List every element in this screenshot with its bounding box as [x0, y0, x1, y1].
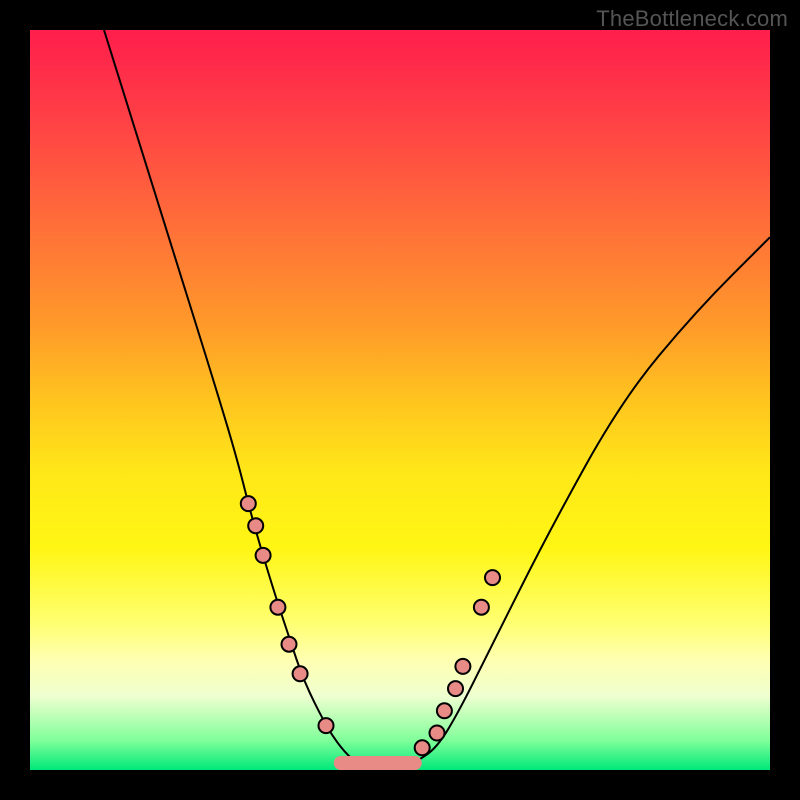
marker-dot: [270, 600, 285, 615]
left-markers: [241, 496, 334, 733]
marker-dot: [430, 726, 445, 741]
marker-dot: [241, 496, 256, 511]
plot-area: [30, 30, 770, 770]
marker-dot: [293, 666, 308, 681]
marker-dot: [485, 570, 500, 585]
marker-dot: [448, 681, 463, 696]
marker-dot: [282, 637, 297, 652]
watermark-text: TheBottleneck.com: [596, 6, 788, 32]
marker-dot: [256, 548, 271, 563]
marker-dot: [455, 659, 470, 674]
marker-dot: [474, 600, 489, 615]
chart-svg: [30, 30, 770, 770]
marker-dot: [319, 718, 334, 733]
marker-dot: [437, 703, 452, 718]
right-markers: [415, 570, 500, 755]
marker-dot: [248, 518, 263, 533]
marker-dot: [415, 740, 430, 755]
bottleneck-curve: [104, 30, 770, 770]
